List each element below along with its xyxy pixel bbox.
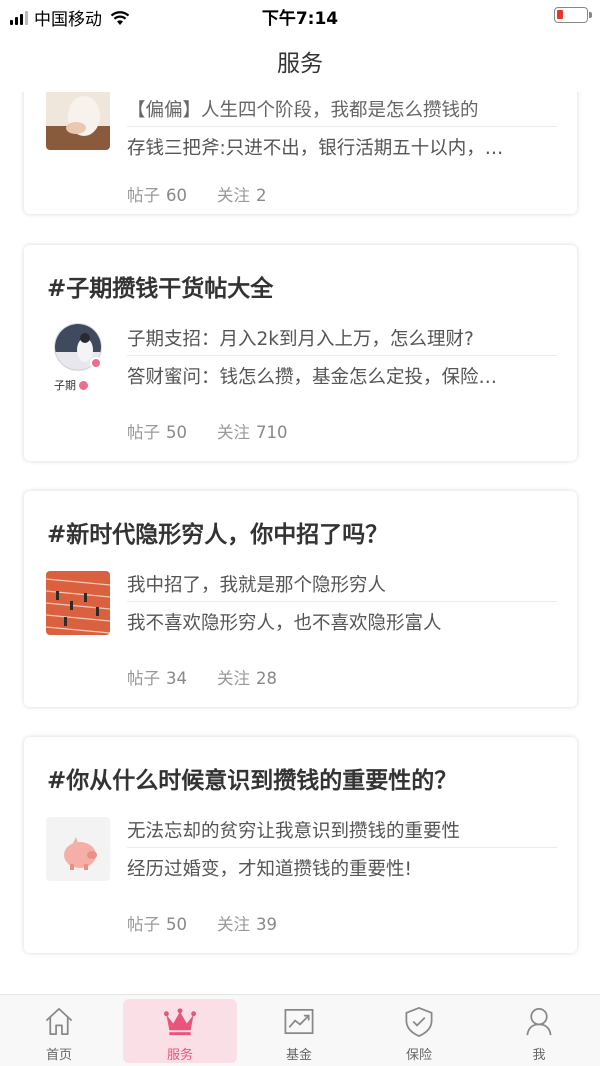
posts-count: 50 [166, 915, 187, 934]
topic-post-line[interactable]: 答财蜜问：钱怎么攒，基金怎么定投，保险… [127, 363, 555, 389]
shield-icon [405, 1007, 433, 1037]
topic-post-line[interactable]: 经历过婚变，才知道攒钱的重要性! [127, 855, 555, 881]
follow-label: 关注 [217, 423, 250, 442]
topic-stats: 帖子 50 关注 710 [127, 419, 288, 443]
tab-insurance[interactable]: 保险 [362, 999, 476, 1063]
topic-thumbnail [46, 571, 110, 635]
follow-label: 关注 [217, 915, 250, 934]
follow-count: 2 [256, 186, 267, 205]
home-icon [45, 1008, 73, 1035]
battery-icon [554, 7, 592, 23]
topic-title[interactable]: #你从什么时候意识到攒钱的重要性的？ [47, 761, 457, 795]
tab-label: 服务 [166, 1048, 193, 1063]
topic-title[interactable]: #子期攒钱干货帖大全 [47, 269, 273, 303]
follow-label: 关注 [217, 186, 250, 205]
screen: 中国移动 下午7:14 服务 【偏偏】人生四个阶段，我都是怎么攒钱的 存钱三把斧… [0, 0, 600, 1066]
posts-count: 60 [166, 186, 187, 205]
topic-card[interactable]: #你从什么时候意识到攒钱的重要性的？ 无法忘却的贫穷让我意识到攒钱的重要性 经历… [24, 737, 577, 953]
follow-count: 28 [256, 669, 277, 688]
avatar-badge-icon [90, 357, 102, 369]
follow-label: 关注 [217, 669, 250, 688]
topic-thumbnail [46, 92, 110, 150]
topic-post-line[interactable]: 我不喜欢隐形穷人，也不喜欢隐形富人 [127, 609, 555, 635]
posts-label: 帖子 [127, 915, 160, 934]
tab-fund[interactable]: 基金 [242, 999, 356, 1063]
chart-icon [284, 1008, 314, 1035]
topic-post-line[interactable]: 【偏偏】人生四个阶段，我都是怎么攒钱的 [127, 96, 555, 122]
posts-count: 50 [166, 423, 187, 442]
topic-stats: 帖子 34 关注 28 [127, 665, 277, 689]
topic-post-line[interactable]: 无法忘却的贫穷让我意识到攒钱的重要性 [127, 817, 555, 843]
nav-bar: 服务 [0, 30, 600, 92]
divider [127, 126, 557, 127]
author-avatar[interactable]: 子期 [46, 323, 114, 403]
posts-label: 帖子 [127, 669, 160, 688]
person-icon [526, 1008, 552, 1036]
divider [127, 355, 557, 356]
tab-me[interactable]: 我 [482, 999, 596, 1063]
topic-stats: 帖子 50 关注 39 [127, 911, 277, 935]
topic-thumbnail [46, 817, 110, 881]
topic-post-line[interactable]: 存钱三把斧:只进不出，银行活期五十以内，… [127, 134, 555, 160]
follow-count: 39 [256, 915, 277, 934]
follow-count: 710 [256, 423, 288, 442]
tab-label: 保险 [405, 1048, 432, 1063]
tab-service[interactable]: 服务 [123, 999, 237, 1063]
posts-label: 帖子 [127, 423, 160, 442]
posts-count: 34 [166, 669, 187, 688]
posts-label: 帖子 [127, 186, 160, 205]
topic-card[interactable]: 【偏偏】人生四个阶段，我都是怎么攒钱的 存钱三把斧:只进不出，银行活期五十以内，… [24, 92, 577, 214]
tab-label: 首页 [45, 1048, 72, 1063]
verified-icon [79, 380, 88, 390]
divider [127, 847, 557, 848]
topic-post-line[interactable]: 子期支招：月入2k到月入上万，怎么理财? [127, 325, 555, 351]
tab-home[interactable]: 首页 [2, 999, 116, 1063]
status-bar: 中国移动 下午7:14 [0, 0, 600, 30]
topic-card[interactable]: #新时代隐形穷人，你中招了吗？ 我中招了，我就是那个隐形穷人 我不喜欢隐形穷人，… [24, 491, 577, 707]
topic-card[interactable]: #子期攒钱干货帖大全 子期 子期支招：月入2k到月入上万，怎么理财? 答财蜜问：… [24, 245, 577, 461]
topic-stats: 帖子 60 关注 2 [127, 182, 267, 206]
tab-bar: 首页 服务 基金 保险 我 [0, 994, 600, 1066]
tab-label: 我 [532, 1048, 546, 1063]
divider [127, 601, 557, 602]
topic-post-line[interactable]: 我中招了，我就是那个隐形穷人 [127, 571, 555, 597]
page-title: 服务 [277, 51, 323, 77]
status-time: 下午7:14 [261, 9, 339, 29]
tab-label: 基金 [285, 1048, 312, 1063]
crown-icon [163, 1008, 197, 1036]
topic-list[interactable]: 【偏偏】人生四个阶段，我都是怎么攒钱的 存钱三把斧:只进不出，银行活期五十以内，… [0, 92, 600, 994]
topic-title[interactable]: #新时代隐形穷人，你中招了吗？ [47, 515, 388, 549]
author-name: 子期 [54, 379, 76, 392]
